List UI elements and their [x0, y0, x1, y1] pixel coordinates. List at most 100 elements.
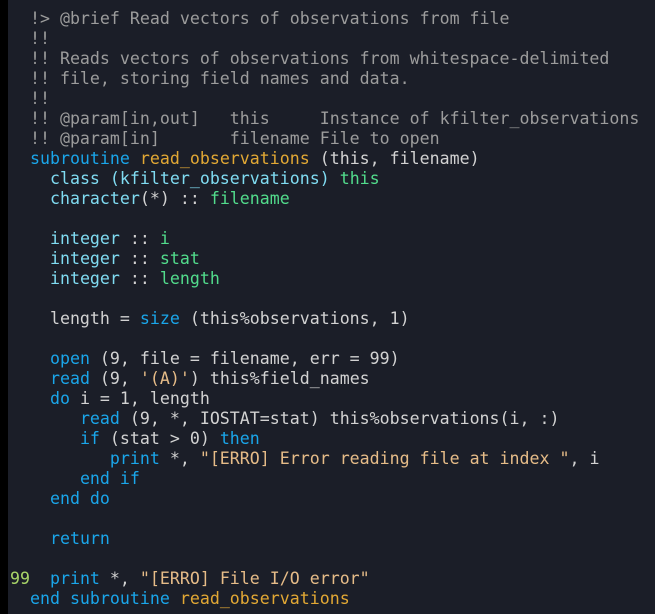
code-token-comment: !! @param[in,out] this Instance of kfilt… — [10, 109, 640, 128]
code-line[interactable]: read (9, '(A)') this%field_names — [10, 369, 655, 389]
code-line[interactable]: if (stat > 0) then — [10, 429, 655, 449]
code-line[interactable]: character(*) :: filename — [10, 189, 655, 209]
code-line[interactable]: integer :: length — [10, 269, 655, 289]
code-token-label: 99 — [10, 569, 30, 588]
code-token-var: filename — [209, 189, 290, 208]
code-token-func: read_observations — [139, 149, 310, 168]
code-line[interactable]: end do — [10, 489, 655, 509]
code-token-type: character — [49, 189, 140, 208]
code-token-plain: (9, *, IOSTAT=stat) this%observations(i,… — [119, 409, 560, 428]
code-line[interactable]: 99 print *, "[ERRO] File I/O error" — [10, 569, 655, 589]
code-line[interactable]: !! file, storing field names and data. — [10, 69, 655, 89]
code-token-keyword: then — [219, 429, 260, 448]
code-token-type: class (kfilter_observations) — [49, 169, 330, 188]
code-line[interactable] — [10, 329, 655, 349]
code-token-plain: *, — [99, 569, 140, 588]
code-token-plain: (stat > 0) — [99, 429, 220, 448]
code-line[interactable]: return — [10, 529, 655, 549]
code-token-var: length — [159, 269, 220, 288]
window-edge — [0, 0, 8, 614]
code-token-keyword: print — [49, 569, 100, 588]
code-token-keyword: print — [109, 449, 160, 468]
code-line[interactable]: !! @param[in,out] this Instance of kfilt… — [10, 109, 655, 129]
code-token-comment: !> @brief Read vectors of observations f… — [10, 9, 510, 28]
code-token-keyword: read — [49, 369, 90, 388]
code-token-plain: i = 1, length — [69, 389, 210, 408]
code-token-keyword: size — [139, 309, 180, 328]
code-token-keyword: do — [49, 389, 70, 408]
code-token-plain: ) this%field_names — [189, 369, 370, 388]
code-line[interactable]: do i = 1, length — [10, 389, 655, 409]
code-token-keyword: end do — [49, 489, 110, 508]
code-token-plain: (*) :: — [139, 189, 210, 208]
code-line[interactable] — [10, 289, 655, 309]
code-token-keyword: open — [49, 349, 90, 368]
code-token-comment: !! Reads vectors of observations from wh… — [10, 49, 610, 68]
code-token-keyword: return — [49, 529, 110, 548]
code-token-keyword: end subroutine — [29, 589, 170, 608]
code-token-plain: (9, file = filename, err = 99) — [89, 349, 400, 368]
code-token-comment: !! — [10, 89, 50, 108]
code-line[interactable]: subroutine read_observations (this, file… — [10, 149, 655, 169]
code-token-plain: , i — [569, 449, 600, 468]
code-token-plain: length = — [10, 309, 140, 328]
code-token-type: integer — [49, 229, 120, 248]
code-line[interactable]: !> @brief Read vectors of observations f… — [10, 9, 655, 29]
code-token-keyword: subroutine — [29, 149, 130, 168]
code-token-var: this — [339, 169, 380, 188]
code-token-plain: (9, — [89, 369, 140, 388]
code-line[interactable]: read (9, *, IOSTAT=stat) this%observatio… — [10, 409, 655, 429]
code-token-string: "[ERRO] File I/O error" — [139, 569, 370, 588]
code-line[interactable]: end if — [10, 469, 655, 489]
code-line[interactable] — [10, 209, 655, 229]
code-editor[interactable]: !> @brief Read vectors of observations f… — [10, 9, 655, 609]
code-line[interactable]: !! — [10, 89, 655, 109]
code-token-keyword: end if — [79, 469, 140, 488]
code-line[interactable]: open (9, file = filename, err = 99) — [10, 349, 655, 369]
code-token-plain: :: — [119, 269, 160, 288]
code-token-plain: (this, filename) — [309, 149, 480, 168]
code-line[interactable]: !! Reads vectors of observations from wh… — [10, 49, 655, 69]
code-line[interactable]: integer :: stat — [10, 249, 655, 269]
code-token-func: read_observations — [179, 589, 350, 608]
code-token-type: integer — [49, 249, 120, 268]
code-token-comment: !! file, storing field names and data. — [10, 69, 410, 88]
code-token-string: "[ERRO] Error reading file at index " — [199, 449, 570, 468]
code-line[interactable]: class (kfilter_observations) this — [10, 169, 655, 189]
code-line[interactable]: !! — [10, 29, 655, 49]
code-line[interactable]: print *, "[ERRO] Error reading file at i… — [10, 449, 655, 469]
code-token-plain: *, — [159, 449, 200, 468]
code-token-comment: !! @param[in] filename File to open — [10, 129, 440, 148]
code-token-type: integer — [49, 269, 120, 288]
code-line[interactable]: end subroutine read_observations — [10, 589, 655, 609]
code-token-plain: :: — [119, 229, 160, 248]
code-line[interactable] — [10, 549, 655, 569]
code-line[interactable]: integer :: i — [10, 229, 655, 249]
code-token-plain: (this%observations, 1) — [179, 309, 410, 328]
code-line[interactable] — [10, 509, 655, 529]
code-token-comment: !! — [10, 29, 50, 48]
code-token-plain: :: — [119, 249, 160, 268]
code-line[interactable]: !! @param[in] filename File to open — [10, 129, 655, 149]
code-token-var: stat — [159, 249, 200, 268]
code-line[interactable]: length = size (this%observations, 1) — [10, 309, 655, 329]
code-token-string: '(A)' — [139, 369, 190, 388]
